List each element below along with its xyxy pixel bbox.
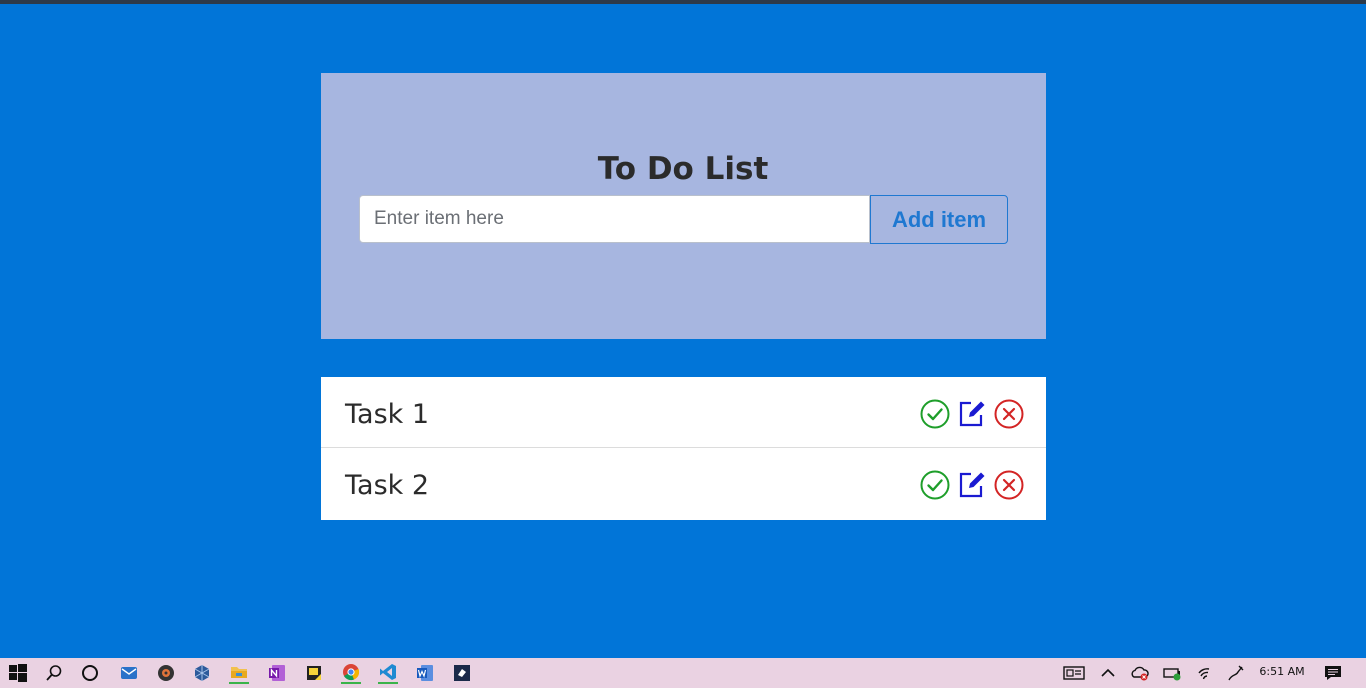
check-circle-icon[interactable] [920, 470, 950, 500]
news-icon[interactable] [1063, 663, 1085, 683]
edit-icon[interactable] [957, 470, 987, 500]
edit-icon[interactable] [957, 399, 987, 429]
cortana-icon[interactable] [80, 663, 100, 683]
check-circle-icon[interactable] [920, 399, 950, 429]
virtualbox-icon[interactable] [192, 663, 212, 683]
word-icon[interactable] [415, 663, 435, 683]
task-list: Task 1 Task 2 [321, 377, 1046, 520]
chevron-up-icon[interactable] [1098, 663, 1118, 683]
action-center-icon[interactable] [1323, 663, 1343, 683]
wifi-icon[interactable] [1196, 663, 1216, 683]
task-actions [920, 399, 1024, 429]
add-item-button[interactable]: Add item [870, 195, 1008, 244]
app-icon[interactable] [452, 663, 472, 683]
task-row: Task 1 [321, 377, 1046, 448]
task-name: Task 2 [345, 470, 430, 501]
onenote-icon[interactable] [267, 663, 287, 683]
onedrive-icon[interactable] [1130, 663, 1150, 683]
sticky-notes-icon[interactable] [304, 663, 324, 683]
window-top-border [0, 0, 1366, 4]
media-icon[interactable] [156, 663, 176, 683]
page-title: To Do List [597, 151, 769, 187]
close-circle-icon[interactable] [994, 399, 1024, 429]
battery-icon[interactable] [1163, 663, 1183, 683]
task-row: Task 2 [321, 448, 1046, 520]
chrome-icon[interactable] [341, 662, 361, 684]
search-icon[interactable] [44, 663, 64, 683]
file-explorer-icon[interactable] [229, 662, 249, 684]
clock[interactable]: 6:51 AM [1254, 658, 1310, 688]
windows-start-icon[interactable] [8, 663, 28, 683]
taskbar: 6:51 AM [0, 658, 1366, 688]
pen-icon[interactable] [1226, 663, 1246, 683]
close-circle-icon[interactable] [994, 470, 1024, 500]
mail-icon[interactable] [119, 663, 139, 683]
task-name: Task 1 [345, 399, 430, 430]
item-input[interactable] [359, 195, 870, 243]
vscode-icon[interactable] [378, 662, 398, 684]
task-actions [920, 470, 1024, 500]
